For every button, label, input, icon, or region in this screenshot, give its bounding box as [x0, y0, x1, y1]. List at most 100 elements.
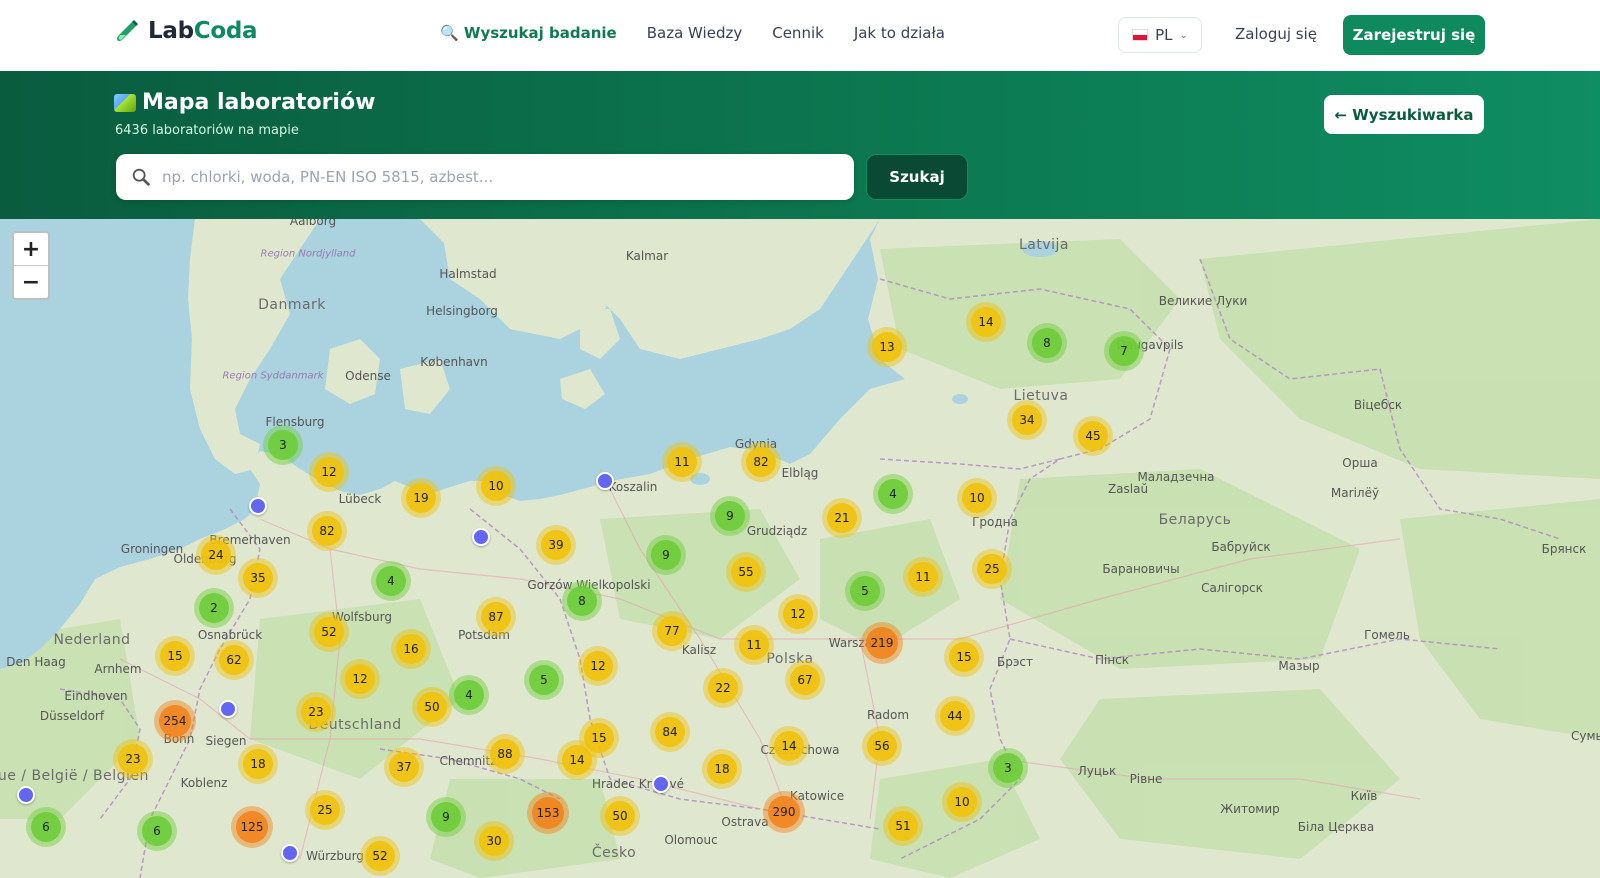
lab-cluster-marker[interactable]: 12	[340, 659, 380, 699]
map-view[interactable]: + − Aalborg Danmark Region Nordjylland Halm…	[0, 219, 1600, 878]
lab-cluster-marker[interactable]: 9	[426, 797, 466, 837]
register-button[interactable]: Zarejestruj się	[1343, 15, 1485, 55]
lab-cluster-marker[interactable]: 153	[527, 792, 569, 834]
lab-cluster-marker[interactable]: 45	[1073, 416, 1113, 456]
search-button[interactable]: Szukaj	[866, 154, 968, 200]
lab-cluster-marker[interactable]: 35	[238, 558, 278, 598]
cluster-count: 44	[940, 701, 970, 731]
lab-cluster-marker[interactable]: 4	[449, 675, 489, 715]
zoom-in-button[interactable]: +	[14, 233, 48, 266]
lab-cluster-marker[interactable]: 37	[384, 747, 424, 787]
lab-cluster-marker[interactable]: 23	[113, 739, 153, 779]
lab-cluster-marker[interactable]: 16	[391, 629, 431, 669]
lab-cluster-marker[interactable]: 11	[903, 557, 943, 597]
nav-how-it-works[interactable]: Jak to działa	[854, 24, 945, 42]
lab-cluster-marker[interactable]: 254	[154, 700, 196, 742]
map-place-label: Kalmar	[625, 249, 669, 263]
lab-cluster-marker[interactable]: 18	[238, 744, 278, 784]
cluster-count: 11	[667, 447, 697, 477]
lab-cluster-marker[interactable]: 50	[600, 796, 640, 836]
lab-cluster-marker[interactable]: 4	[873, 474, 913, 514]
lab-cluster-marker[interactable]: 13	[867, 327, 907, 367]
lab-cluster-marker[interactable]: 52	[309, 612, 349, 652]
lab-cluster-marker[interactable]: 84	[650, 712, 690, 752]
lab-marker-pin[interactable]	[281, 844, 299, 862]
lab-cluster-marker[interactable]: 82	[307, 511, 347, 551]
lab-cluster-marker[interactable]: 290	[763, 791, 805, 833]
nav-pricing[interactable]: Cennik	[772, 24, 824, 42]
lab-cluster-marker[interactable]: 3	[988, 748, 1028, 788]
lab-cluster-marker[interactable]: 62	[214, 640, 254, 680]
lab-cluster-marker[interactable]: 8	[562, 581, 602, 621]
lab-cluster-marker[interactable]: 11	[662, 442, 702, 482]
lab-marker-pin[interactable]	[249, 497, 267, 515]
lab-cluster-marker[interactable]: 12	[578, 646, 618, 686]
nav-knowledge-base[interactable]: Baza Wiedzy	[647, 24, 743, 42]
cluster-count: 14	[971, 307, 1001, 337]
lab-cluster-marker[interactable]: 6	[26, 807, 66, 847]
lab-cluster-marker[interactable]: 5	[524, 660, 564, 700]
lab-cluster-marker[interactable]: 24	[196, 535, 236, 575]
lab-marker-pin[interactable]	[596, 472, 614, 490]
lab-cluster-marker[interactable]: 10	[476, 466, 516, 506]
lab-cluster-marker[interactable]: 9	[646, 535, 686, 575]
lab-cluster-marker[interactable]: 9	[710, 496, 750, 536]
lab-cluster-marker[interactable]: 19	[401, 478, 441, 518]
lab-cluster-marker[interactable]: 50	[412, 687, 452, 727]
lab-cluster-marker[interactable]: 44	[935, 696, 975, 736]
map-place-label: Брэст	[996, 655, 1034, 669]
lab-cluster-marker[interactable]: 8	[1027, 323, 1067, 363]
cluster-count: 50	[605, 801, 635, 831]
lab-cluster-marker[interactable]: 25	[972, 549, 1012, 589]
login-link[interactable]: Zaloguj się	[1235, 25, 1317, 43]
lab-cluster-marker[interactable]: 30	[474, 821, 514, 861]
lab-cluster-marker[interactable]: 21	[822, 498, 862, 538]
lab-cluster-marker[interactable]: 125	[231, 806, 273, 848]
lab-cluster-marker[interactable]: 88	[485, 734, 525, 774]
map-place-label: Київ	[1350, 789, 1378, 803]
lab-cluster-marker[interactable]: 15	[944, 637, 984, 677]
lab-cluster-marker[interactable]: 12	[309, 452, 349, 492]
lab-cluster-marker[interactable]: 18	[702, 749, 742, 789]
lab-cluster-marker[interactable]: 25	[305, 790, 345, 830]
cluster-count: 51	[888, 811, 918, 841]
lab-cluster-marker[interactable]: 4	[371, 561, 411, 601]
lab-cluster-marker[interactable]: 14	[966, 302, 1006, 342]
lab-cluster-marker[interactable]: 52	[360, 836, 400, 876]
lab-cluster-marker[interactable]: 87	[476, 597, 516, 637]
lab-cluster-marker[interactable]: 5	[845, 571, 885, 611]
lab-cluster-marker[interactable]: 10	[942, 782, 982, 822]
lab-marker-pin[interactable]	[652, 775, 670, 793]
lab-cluster-marker[interactable]: 56	[862, 726, 902, 766]
lab-cluster-marker[interactable]: 23	[296, 692, 336, 732]
lab-cluster-marker[interactable]: 15	[155, 636, 195, 676]
logo[interactable]: LabCoda	[114, 18, 258, 44]
zoom-out-button[interactable]: −	[14, 266, 48, 298]
lab-cluster-marker[interactable]: 2	[194, 588, 234, 628]
lab-cluster-marker[interactable]: 7	[1104, 331, 1144, 371]
lab-cluster-marker[interactable]: 34	[1007, 400, 1047, 440]
lab-cluster-marker[interactable]: 51	[883, 806, 923, 846]
lab-cluster-marker[interactable]: 22	[703, 668, 743, 708]
lab-cluster-marker[interactable]: 12	[778, 594, 818, 634]
lab-cluster-marker[interactable]: 55	[726, 552, 766, 592]
lab-marker-pin[interactable]	[219, 700, 237, 718]
lab-cluster-marker[interactable]: 11	[734, 625, 774, 665]
language-select[interactable]: PL ⌄	[1118, 17, 1202, 53]
lab-marker-pin[interactable]	[472, 528, 490, 546]
lab-cluster-marker[interactable]: 39	[536, 525, 576, 565]
lab-cluster-marker[interactable]: 14	[769, 726, 809, 766]
lab-cluster-marker[interactable]: 10	[957, 478, 997, 518]
cluster-count: 125	[236, 811, 268, 843]
lab-marker-pin[interactable]	[17, 786, 35, 804]
back-to-search-button[interactable]: ← Wyszukiwarka	[1324, 95, 1484, 134]
lab-cluster-marker[interactable]: 3	[263, 425, 303, 465]
lab-cluster-marker[interactable]: 219	[861, 622, 903, 664]
search-input[interactable]	[160, 167, 854, 187]
nav-search-test[interactable]: 🔍 Wyszukaj badanie	[440, 24, 617, 42]
lab-cluster-marker[interactable]: 82	[741, 442, 781, 482]
lab-cluster-marker[interactable]: 6	[137, 811, 177, 851]
lab-cluster-marker[interactable]: 77	[652, 611, 692, 651]
lab-cluster-marker[interactable]: 15	[579, 718, 619, 758]
lab-cluster-marker[interactable]: 67	[785, 660, 825, 700]
